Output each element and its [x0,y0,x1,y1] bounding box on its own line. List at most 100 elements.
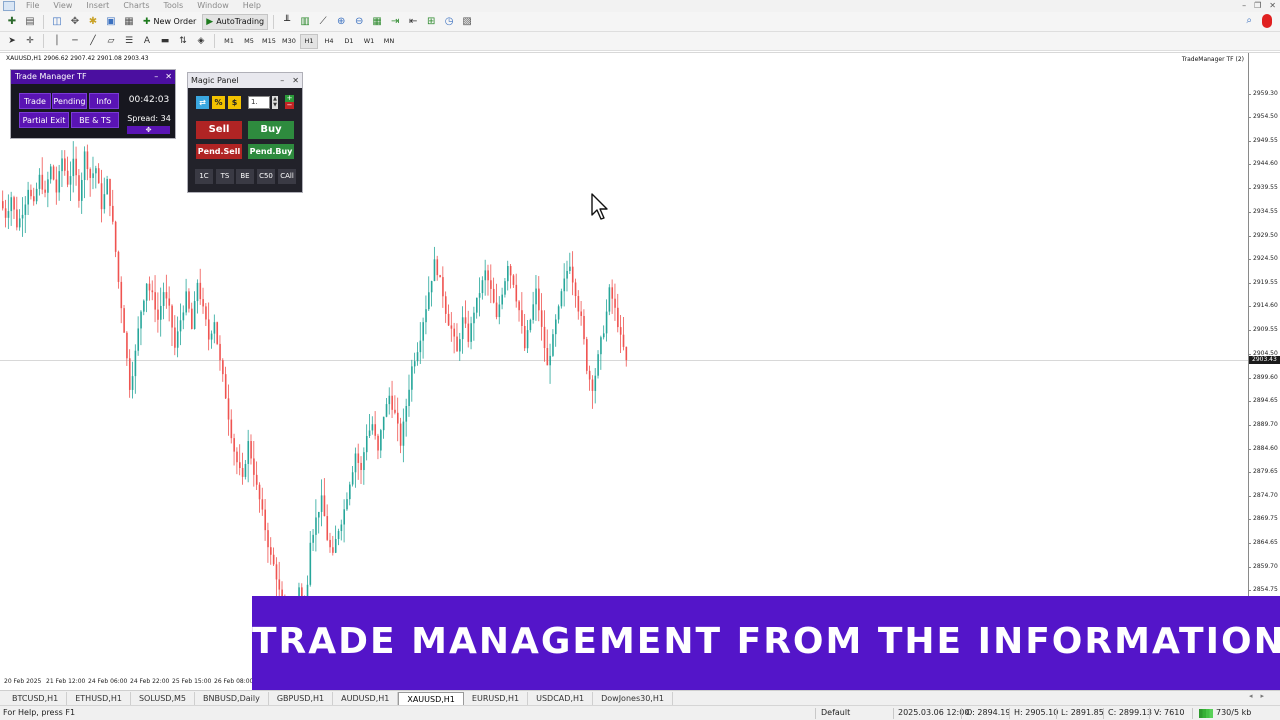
tab-xauusd[interactable]: XAUUSD,H1 [398,691,464,705]
be-ts-button[interactable]: BE & TS [71,112,119,128]
timeframe-m5[interactable]: M5 [240,34,258,49]
chart-symbol-info: XAUUSD,H1 2906.62 2907.42 2901.08 2903.4… [6,55,149,62]
horizontal-line-icon[interactable]: ─ [67,34,83,49]
menu-file[interactable]: File [19,0,46,12]
candle [109,178,111,217]
tab-pending[interactable]: Pending [52,93,87,109]
restore-icon[interactable]: ❐ [1254,0,1261,12]
candle [134,344,137,394]
search-icon[interactable]: ⌕ [1246,15,1252,26]
breakeven-button[interactable]: BE [236,169,254,184]
pending-buy-button[interactable]: Pend.Buy [248,144,294,159]
market-watch-icon[interactable]: ◫ [49,14,65,30]
chart-shift-icon[interactable]: ⇤ [405,14,421,30]
cursor-tool-icon[interactable]: ➤ [4,34,20,49]
percent-mode-button[interactable]: % [212,96,225,109]
new-chart-icon[interactable]: ✚ [4,14,20,30]
shapes-tool-icon[interactable]: ◈ [193,34,209,49]
tab-usdcad[interactable]: USDCAD,H1 [528,691,594,705]
trailing-stop-button[interactable]: TS [216,169,234,184]
minimize-icon[interactable]: – [154,70,158,84]
auto-trading-button[interactable]: ▶ AutoTrading [202,13,269,30]
channel-icon[interactable]: ▱ [103,34,119,49]
candle [160,287,162,337]
dollar-mode-button[interactable]: $ [228,96,241,109]
data-window-icon[interactable]: ✥ [67,14,83,30]
buy-button[interactable]: Buy [248,121,294,139]
auto-scroll-icon[interactable]: ⇥ [387,14,403,30]
tab-audusd[interactable]: AUDUSD,H1 [333,691,399,705]
status-divider [961,708,962,719]
close-icon[interactable]: ✕ [1269,0,1276,12]
tab-bnbusd[interactable]: BNBUSD,Daily [195,691,269,705]
candle [495,283,498,320]
notification-icon[interactable] [1262,14,1272,28]
decrease-button[interactable]: − [285,102,294,109]
menu-view[interactable]: View [46,0,79,12]
tab-scroll-icon[interactable]: ◂▸ [1249,692,1272,700]
tab-info[interactable]: Info [89,93,119,109]
tab-gbpusd[interactable]: GBPUSD,H1 [269,691,334,705]
bar-chart-icon[interactable]: ╨ [279,14,295,30]
timeframe-w1[interactable]: W1 [360,34,378,49]
candle [320,479,323,527]
terminal-icon[interactable]: ▣ [103,14,119,30]
fibonacci-icon[interactable]: ☰ [121,34,137,49]
tab-solusd[interactable]: SOLUSD,M5 [131,691,195,705]
new-order-button[interactable]: ✚ New Order [139,14,200,30]
timeframe-h4[interactable]: H4 [320,34,338,49]
trade-manager-titlebar[interactable]: Trade Manager TF – ✕ [11,70,175,84]
timeframe-mn[interactable]: MN [380,34,398,49]
minimize-icon[interactable]: – [280,73,284,88]
trend-line-icon[interactable]: ╱ [85,34,101,49]
zoom-out-icon[interactable]: ⊖ [351,14,367,30]
close-one-button[interactable]: 1C [195,169,213,184]
lot-size-input[interactable]: 1. [248,96,270,109]
label-tool-icon[interactable]: ▬ [157,34,173,49]
candle [574,278,577,308]
tile-windows-icon[interactable]: ▦ [369,14,385,30]
text-tool-icon[interactable]: A [139,34,155,49]
zoom-in-icon[interactable]: ⊕ [333,14,349,30]
profiles-icon[interactable]: ▤ [22,14,38,30]
menu-charts[interactable]: Charts [116,0,156,12]
navigator-icon[interactable]: ✱ [85,14,101,30]
line-chart-icon[interactable]: ⟋ [315,14,331,30]
vertical-line-icon[interactable]: │ [49,34,65,49]
indicators-icon[interactable]: ⊞ [423,14,439,30]
timeframe-m30[interactable]: M30 [280,34,298,49]
close-icon[interactable]: ✕ [292,73,299,88]
tab-eurusd[interactable]: EURUSD,H1 [464,691,529,705]
tab-dowjones30[interactable]: DowJones30,H1 [593,691,673,705]
lot-stepper-icon[interactable]: ▲ ▼ [272,96,278,109]
strategy-tester-icon[interactable]: ▦ [121,14,137,30]
close-half-button[interactable]: C50 [257,169,275,184]
arrows-tool-icon[interactable]: ⇅ [175,34,191,49]
templates-icon[interactable]: ▧ [459,14,475,30]
close-icon[interactable]: ✕ [165,70,172,84]
minimize-icon[interactable]: – [1242,0,1246,12]
drag-handle-icon[interactable]: ✥ [127,126,170,134]
menu-insert[interactable]: Insert [79,0,116,12]
magic-panel-titlebar[interactable]: Magic Panel – ✕ [188,73,302,88]
candlestick-icon[interactable]: ▥ [297,14,313,30]
menu-window[interactable]: Window [190,0,236,12]
crosshair-icon[interactable]: ✛ [22,34,38,49]
candle [540,293,543,341]
tab-btcusd[interactable]: BTCUSD,H1 [4,691,68,705]
timeframe-m1[interactable]: M1 [220,34,238,49]
sell-button[interactable]: Sell [196,121,242,139]
timeframe-m15[interactable]: M15 [260,34,278,49]
close-all-button[interactable]: CAll [278,169,296,184]
menu-tools[interactable]: Tools [156,0,190,12]
menu-help[interactable]: Help [236,0,268,12]
lot-mode-icon[interactable]: ⇄ [196,96,209,109]
tab-ethusd[interactable]: ETHUSD,H1 [67,691,131,705]
pending-sell-button[interactable]: Pend.Sell [196,144,242,159]
periods-icon[interactable]: ◷ [441,14,457,30]
tab-trade[interactable]: Trade [19,93,51,109]
timeframe-d1[interactable]: D1 [340,34,358,49]
chart-tabs: BTCUSD,H1 ETHUSD,H1 SOLUSD,M5 BNBUSD,Dai… [0,690,1280,705]
timeframe-h1[interactable]: H1 [300,33,318,49]
partial-exit-button[interactable]: Partial Exit [19,112,69,128]
